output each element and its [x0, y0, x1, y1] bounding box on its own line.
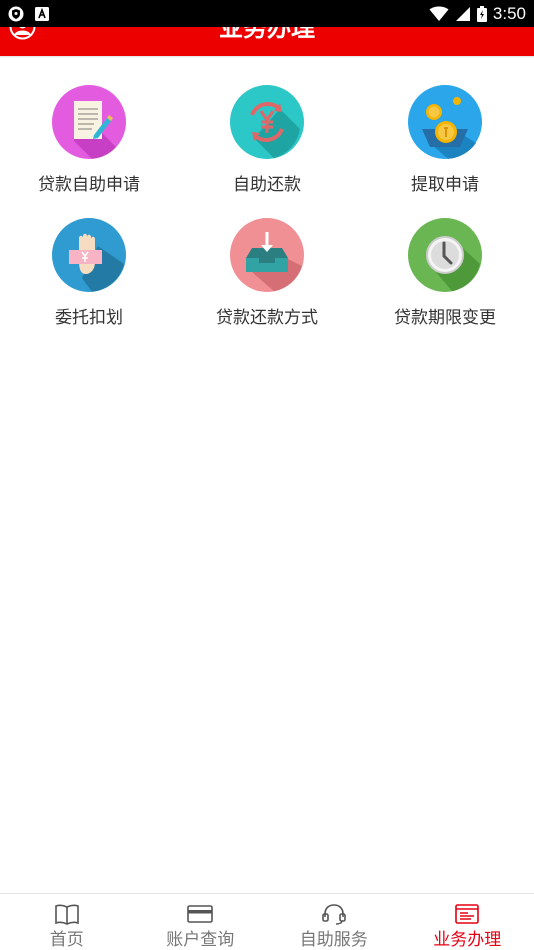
tab-label: 自助服务: [299, 930, 368, 950]
keyboard-a-icon: [35, 6, 49, 21]
inbox-download-icon: [230, 218, 304, 292]
page-title: 业务办理: [219, 27, 315, 42]
page-header: 业务办理: [0, 27, 534, 56]
status-left: [8, 6, 50, 22]
signal-icon: [455, 6, 470, 21]
tab-home[interactable]: 首页: [0, 894, 134, 950]
form-icon: [455, 904, 480, 924]
tab-business-handling[interactable]: 业务办理: [401, 894, 534, 950]
tab-label: 账户查询: [166, 930, 235, 950]
service-self-repayment[interactable]: 自助还款: [178, 85, 356, 196]
tab-self-service[interactable]: 自助服务: [267, 894, 401, 950]
clock-icon: [408, 218, 482, 292]
wifi-icon: [429, 6, 449, 21]
bottom-tab-bar: 首页 账户查询 自助服务 业务办理: [0, 893, 534, 950]
status-right: 3:50: [429, 4, 526, 24]
service-repayment-method[interactable]: 贷款还款方式: [178, 218, 356, 329]
yen-refresh-icon: [230, 85, 304, 159]
document-pen-icon: [52, 85, 126, 159]
status-time: 3:50: [492, 3, 526, 23]
status-bar: 3:50: [0, 0, 534, 27]
hand-cash-icon: [52, 218, 126, 292]
header-divider: [0, 56, 534, 58]
service-label: 贷款还款方式: [216, 308, 318, 328]
tab-label: 首页: [49, 930, 84, 950]
app-screen: 3:50 业务办理 贷款自助申请 自助还款 提取申请 委托扣划 贷款还款方式 贷…: [0, 0, 534, 950]
service-label: 委托扣划: [55, 308, 123, 328]
service-label: 贷款自助申请: [38, 175, 140, 195]
service-entrusted-deduction[interactable]: 委托扣划: [0, 218, 178, 329]
service-label: 自助还款: [233, 175, 301, 195]
headset-icon: [321, 904, 346, 925]
tab-account-query[interactable]: 账户查询: [134, 894, 268, 950]
coins-withdraw-icon: [408, 85, 482, 159]
vpn-shield-icon: [8, 6, 24, 21]
book-icon: [54, 904, 79, 925]
battery-icon: [476, 5, 487, 22]
service-withdraw-application[interactable]: 提取申请: [356, 85, 534, 196]
service-loan-application[interactable]: 贷款自助申请: [0, 85, 178, 196]
service-label: 贷款期限变更: [394, 308, 496, 328]
service-label: 提取申请: [411, 175, 479, 195]
tab-label: 业务办理: [433, 930, 502, 950]
card-icon: [187, 905, 214, 923]
service-loan-term-change[interactable]: 贷款期限变更: [356, 218, 534, 329]
service-grid: 贷款自助申请 自助还款 提取申请 委托扣划 贷款还款方式 贷款期限变更: [0, 85, 534, 329]
